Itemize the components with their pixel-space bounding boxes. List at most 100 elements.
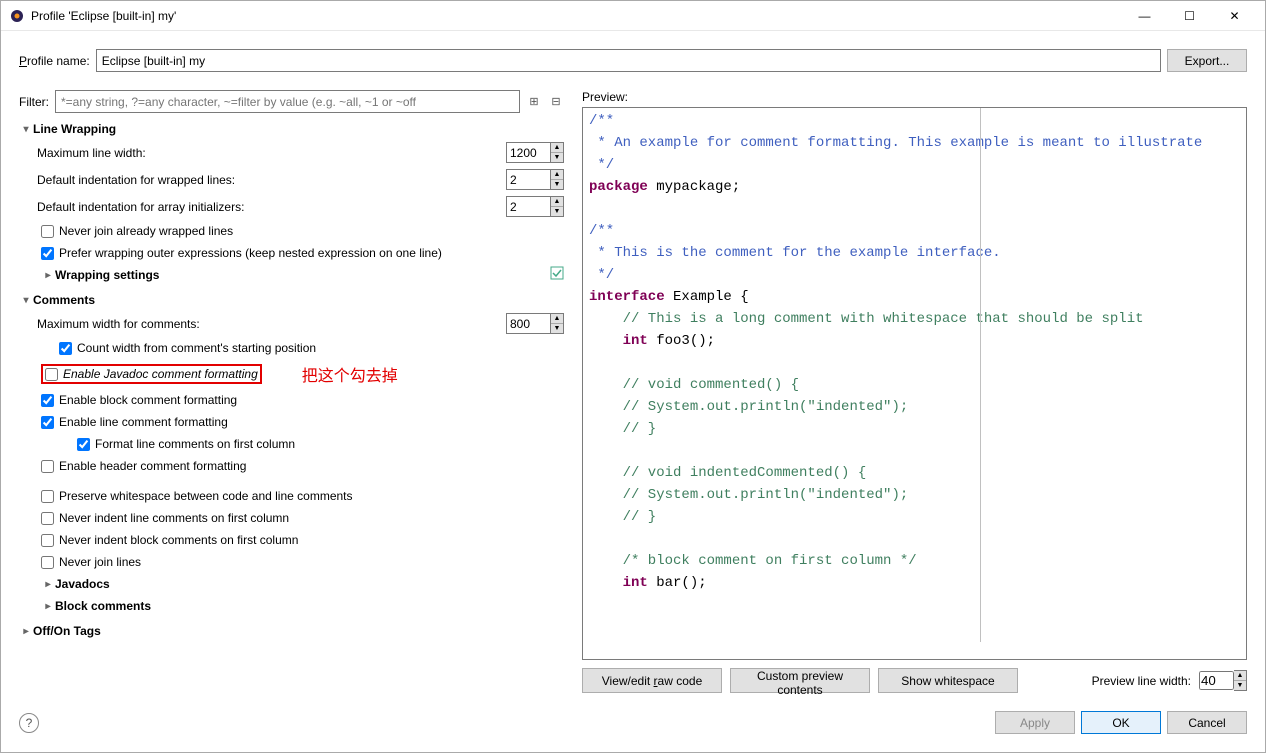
option-label: Format line comments on first column	[95, 437, 295, 451]
row-never-join-wrapped[interactable]: Never join already wrapped lines	[19, 220, 564, 242]
view-edit-raw-button[interactable]: View/edit raw code	[582, 668, 722, 693]
row-never-join-lines[interactable]: Never join lines	[19, 551, 564, 573]
chevron-right-icon: ▸	[41, 270, 55, 281]
expand-all-icon[interactable]: ⊞	[526, 94, 542, 110]
profile-name-row: Profile name: Export...	[19, 49, 1247, 72]
never-indent-line-checkbox[interactable]	[41, 512, 54, 525]
code-content: /** * An example for comment formatting.…	[583, 108, 1246, 596]
row-enable-header[interactable]: Enable header comment formatting	[19, 455, 564, 477]
profile-name-label: Profile name:	[19, 54, 90, 68]
row-never-indent-line[interactable]: Never indent line comments on first colu…	[19, 507, 564, 529]
apply-button[interactable]: Apply	[995, 711, 1075, 734]
row-max-comment-width: Maximum width for comments: ▲▼	[19, 310, 564, 337]
spinner-buttons[interactable]: ▲▼	[1234, 670, 1247, 691]
annotation-text: 把这个勾去掉	[262, 362, 398, 386]
chevron-down-icon: ▾	[19, 295, 33, 306]
maximize-button[interactable]: ☐	[1167, 2, 1212, 30]
format-first-col-checkbox[interactable]	[77, 438, 90, 451]
code-preview[interactable]: /** * An example for comment formatting.…	[582, 107, 1247, 660]
section-label: Comments	[33, 293, 95, 307]
custom-preview-button[interactable]: Custom preview contents	[730, 668, 870, 693]
max-comment-width-input[interactable]	[506, 313, 551, 334]
titlebar: Profile 'Eclipse [built-in] my' — ☐ ✕	[1, 1, 1265, 31]
never-join-lines-checkbox[interactable]	[41, 556, 54, 569]
app-icon	[9, 8, 25, 24]
preview-line-width-input[interactable]	[1199, 671, 1234, 690]
row-preserve-ws[interactable]: Preserve whitespace between code and lin…	[19, 485, 564, 507]
filter-row: Filter: ⊞ ⊟	[19, 90, 564, 113]
count-width-checkbox[interactable]	[59, 342, 72, 355]
row-count-width[interactable]: Count width from comment's starting posi…	[19, 337, 564, 359]
annotation-highlight-box: Enable Javadoc comment formatting	[41, 364, 262, 384]
help-icon[interactable]: ?	[19, 713, 39, 733]
section-label: Off/On Tags	[33, 624, 101, 638]
section-line-wrapping[interactable]: ▾ Line Wrapping	[19, 119, 564, 139]
minimize-button[interactable]: —	[1122, 2, 1167, 30]
subsection-wrapping-settings[interactable]: ▸ Wrapping settings	[19, 264, 564, 286]
export-button[interactable]: Export...	[1167, 49, 1247, 72]
never-indent-block-checkbox[interactable]	[41, 534, 54, 547]
prefer-wrap-checkbox[interactable]	[41, 247, 54, 260]
spinner-buttons[interactable]: ▲▼	[551, 196, 564, 217]
chevron-right-icon: ▸	[41, 601, 55, 612]
option-label: Prefer wrapping outer expressions (keep …	[59, 246, 442, 260]
subsection-label: Block comments	[55, 599, 151, 613]
option-label: Never indent line comments on first colu…	[59, 511, 289, 525]
filter-input[interactable]	[55, 90, 520, 113]
cancel-button[interactable]: Cancel	[1167, 711, 1247, 734]
preview-label: Preview:	[582, 90, 1247, 107]
dialog-footer: ? Apply OK Cancel	[19, 693, 1247, 734]
row-enable-javadoc[interactable]: Enable Javadoc comment formatting 把这个勾去掉	[19, 359, 564, 389]
profile-name-input[interactable]	[96, 49, 1161, 72]
filter-label: Filter:	[19, 95, 49, 109]
spinner-buttons[interactable]: ▲▼	[551, 313, 564, 334]
print-margin-line	[980, 108, 981, 642]
row-prefer-wrap-outer[interactable]: Prefer wrapping outer expressions (keep …	[19, 242, 564, 264]
enable-block-checkbox[interactable]	[41, 394, 54, 407]
indent-wrapped-input[interactable]	[506, 169, 551, 190]
row-never-indent-block[interactable]: Never indent block comments on first col…	[19, 529, 564, 551]
section-off-on-tags[interactable]: ▸ Off/On Tags	[19, 621, 564, 641]
enable-header-checkbox[interactable]	[41, 460, 54, 473]
settings-pane: Filter: ⊞ ⊟ ▾ Line Wrapping Maximum line…	[19, 90, 564, 693]
row-enable-line[interactable]: Enable line comment formatting	[19, 411, 564, 433]
option-label: Maximum width for comments:	[37, 317, 506, 331]
row-indent-array: Default indentation for array initialize…	[19, 193, 564, 220]
enable-javadoc-checkbox[interactable]	[45, 368, 58, 381]
max-line-width-input[interactable]	[506, 142, 551, 163]
section-label: Line Wrapping	[33, 122, 116, 136]
row-max-line-width: Maximum line width: ▲▼	[19, 139, 564, 166]
window-controls: — ☐ ✕	[1122, 2, 1257, 30]
section-comments[interactable]: ▾ Comments	[19, 290, 564, 310]
preview-pane: Preview: /** * An example for comment fo…	[582, 90, 1247, 693]
show-whitespace-button[interactable]: Show whitespace	[878, 668, 1018, 693]
window-title: Profile 'Eclipse [built-in] my'	[31, 9, 1122, 23]
settings-tree[interactable]: ▾ Line Wrapping Maximum line width: ▲▼ D…	[19, 119, 564, 693]
option-label: Enable block comment formatting	[59, 393, 237, 407]
option-label: Never indent block comments on first col…	[59, 533, 298, 547]
never-join-wrapped-checkbox[interactable]	[41, 225, 54, 238]
subsection-javadocs[interactable]: ▸ Javadocs	[19, 573, 564, 595]
chevron-right-icon: ▸	[41, 579, 55, 590]
row-enable-block[interactable]: Enable block comment formatting	[19, 389, 564, 411]
subsection-label: Wrapping settings	[55, 268, 159, 282]
option-label: Preserve whitespace between code and lin…	[59, 489, 353, 503]
collapse-all-icon[interactable]: ⊟	[548, 94, 564, 110]
ok-button[interactable]: OK	[1081, 711, 1161, 734]
option-label: Maximum line width:	[37, 146, 506, 160]
spinner-buttons[interactable]: ▲▼	[551, 169, 564, 190]
subsection-label: Javadocs	[55, 577, 110, 591]
close-button[interactable]: ✕	[1212, 2, 1257, 30]
indent-array-input[interactable]	[506, 196, 551, 217]
spinner-buttons[interactable]: ▲▼	[551, 142, 564, 163]
preview-toolbar: View/edit raw code Custom preview conten…	[582, 668, 1247, 693]
preview-line-width-label: Preview line width:	[1092, 674, 1191, 688]
chevron-right-icon: ▸	[19, 626, 33, 637]
option-label: Never join lines	[59, 555, 141, 569]
subsection-block-comments[interactable]: ▸ Block comments	[19, 595, 564, 617]
enable-line-checkbox[interactable]	[41, 416, 54, 429]
option-label: Count width from comment's starting posi…	[77, 341, 316, 355]
preserve-ws-checkbox[interactable]	[41, 490, 54, 503]
row-format-first-col[interactable]: Format line comments on first column	[19, 433, 564, 455]
modified-indicator-icon	[550, 266, 564, 280]
